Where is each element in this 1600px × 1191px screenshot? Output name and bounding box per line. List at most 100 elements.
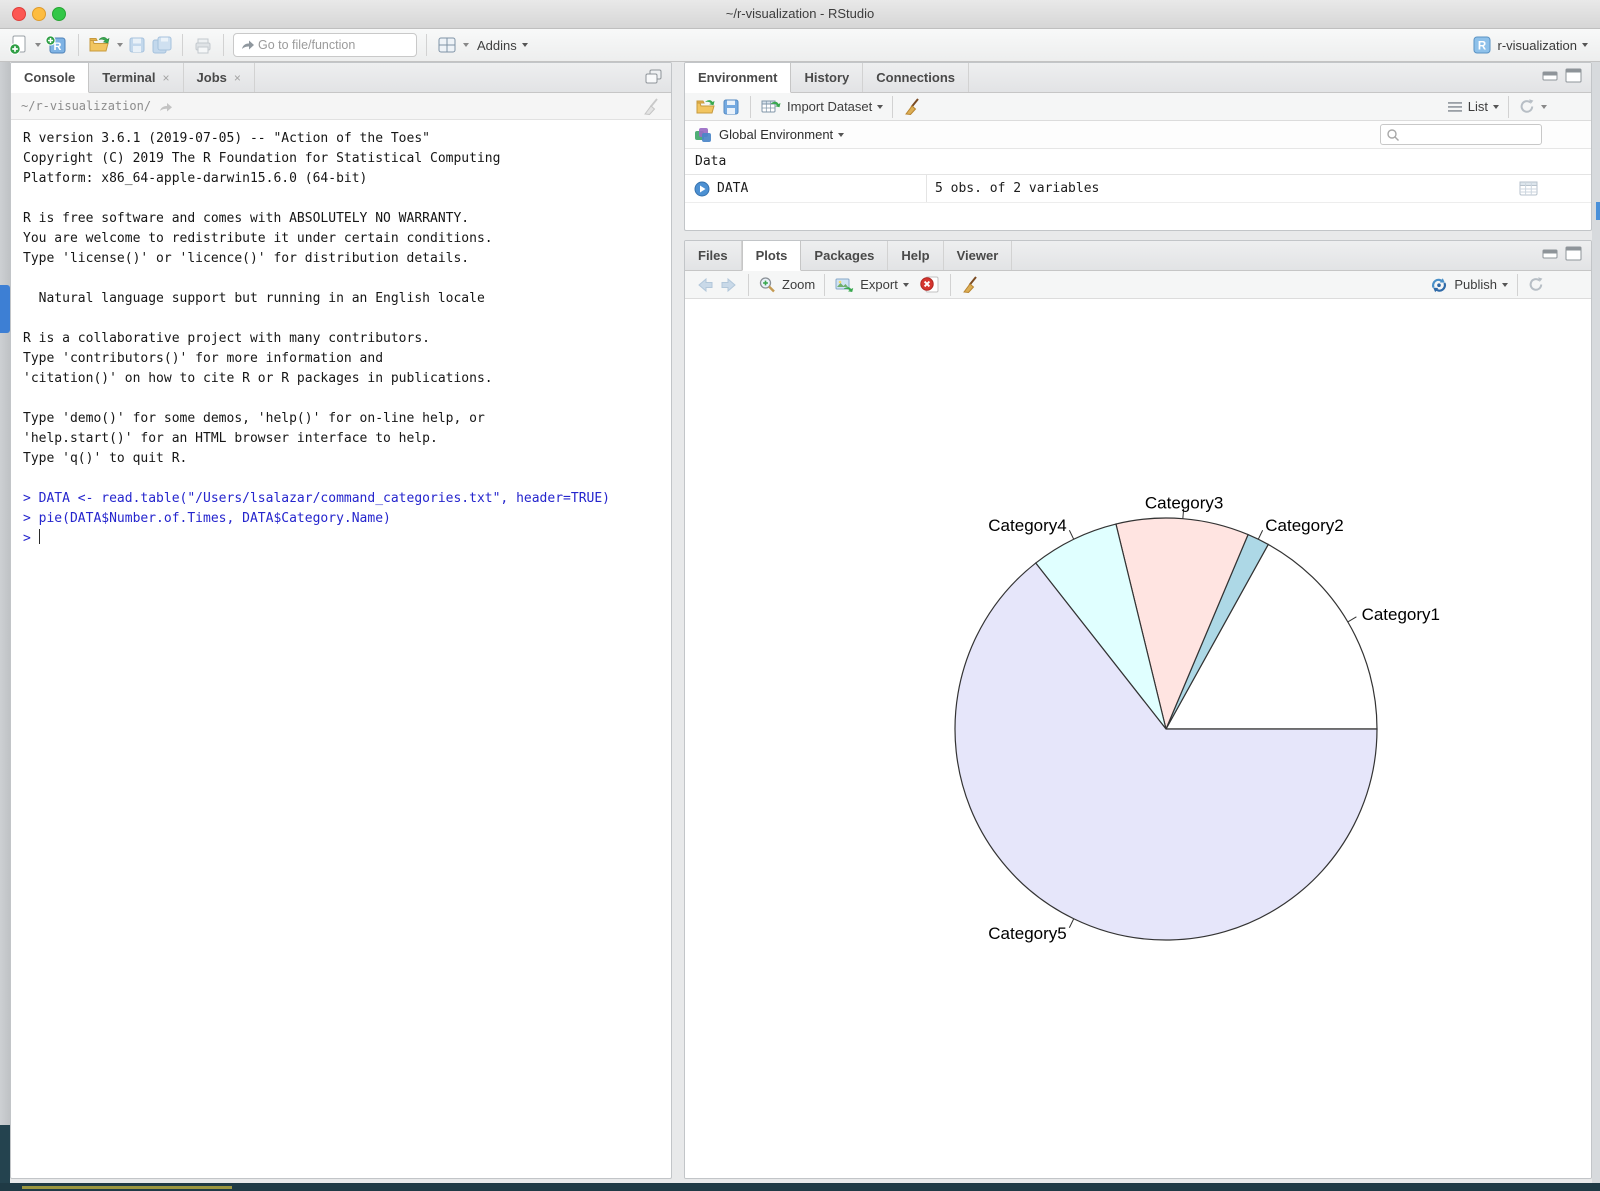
background-fragment <box>1596 202 1600 220</box>
addins-button[interactable]: Addins <box>473 38 528 53</box>
tab-label: Environment <box>698 70 777 85</box>
project-menu-button[interactable]: R r-visualization <box>1472 35 1588 55</box>
pie-label: Category2 <box>1265 516 1343 535</box>
list-view-button[interactable]: List <box>1447 99 1499 114</box>
minimize-pane-icon[interactable] <box>1542 68 1559 83</box>
svg-text:R: R <box>1477 41 1486 53</box>
console-line: You are welcome to redistribute it under… <box>23 229 659 249</box>
tab-viewer[interactable]: Viewer <box>944 241 1013 270</box>
new-file-caret-icon <box>35 43 41 47</box>
environment-search-box[interactable] <box>1380 124 1542 145</box>
console-output[interactable]: R version 3.6.1 (2019-07-05) -- "Action … <box>11 120 671 558</box>
environment-scope-button[interactable]: Global Environment <box>719 127 844 142</box>
close-tab-icon[interactable] <box>234 72 241 84</box>
next-plot-button[interactable] <box>719 276 739 294</box>
tab-history[interactable]: History <box>791 63 863 92</box>
remove-plot-icon <box>919 275 941 294</box>
toolbar-separator <box>950 274 951 296</box>
refresh-icon <box>1518 98 1536 115</box>
tab-help[interactable]: Help <box>888 241 943 270</box>
toolbar-separator <box>892 96 893 118</box>
tab-plots[interactable]: Plots <box>742 241 802 271</box>
console-line <box>23 309 659 329</box>
minimize-pane-icon[interactable] <box>1542 246 1559 261</box>
clear-environment-button[interactable] <box>902 97 922 116</box>
console-line: Natural language support but running in … <box>23 289 659 309</box>
tab-connections[interactable]: Connections <box>863 63 969 92</box>
background-dock-strip <box>0 1183 1600 1191</box>
refresh-environment-button[interactable] <box>1518 98 1547 115</box>
plots-toolbar: Zoom Export <box>685 271 1591 299</box>
import-dataset-button[interactable]: Import Dataset <box>760 97 883 116</box>
minimize-window-button[interactable] <box>32 7 46 21</box>
toolbar-separator <box>426 34 427 56</box>
titlebar: ~/r-visualization - RStudio <box>0 0 1600 29</box>
tab-label: Packages <box>814 248 874 263</box>
background-fragment <box>0 285 10 333</box>
maximize-pane-icon[interactable] <box>1565 68 1583 83</box>
workspace-panes-button[interactable] <box>436 35 469 55</box>
environment-search-input[interactable] <box>1400 127 1524 143</box>
save-all-button[interactable] <box>151 35 173 55</box>
expand-object-icon[interactable] <box>694 181 710 197</box>
tab-files[interactable]: Files <box>685 241 742 270</box>
working-directory-label: ~/r-visualization/ <box>21 99 151 113</box>
new-project-icon: R <box>45 34 69 56</box>
view-directory-arrow-icon[interactable] <box>158 100 174 113</box>
tab-packages[interactable]: Packages <box>801 241 888 270</box>
zoom-plot-button[interactable]: Zoom <box>758 276 815 294</box>
pie-label-tick <box>1069 919 1073 928</box>
tab-label: Plots <box>756 248 788 263</box>
publish-icon <box>1429 276 1449 294</box>
export-caret-icon <box>903 283 909 287</box>
main-toolbar: R <box>0 29 1600 62</box>
save-button[interactable] <box>127 35 147 55</box>
console-pane: Console Terminal Jobs ~/r-visualization/… <box>10 62 672 1179</box>
console-line <box>23 269 659 289</box>
print-icon <box>192 35 214 55</box>
open-file-button[interactable] <box>88 34 123 56</box>
goto-file-input[interactable] <box>256 37 390 53</box>
pie-label: Category1 <box>1362 605 1440 624</box>
previous-plot-button[interactable] <box>695 276 715 294</box>
environment-object-row[interactable]: DATA 5 obs. of 2 variables <box>685 175 1591 203</box>
object-summary: 5 obs. of 2 variables <box>935 181 1099 196</box>
load-workspace-button[interactable] <box>695 97 718 117</box>
pie-label-tick <box>1069 530 1073 539</box>
export-plot-button[interactable]: Export <box>834 276 909 294</box>
environment-tabbar: Environment History Connections <box>685 63 1591 93</box>
section-label: Data <box>695 154 726 169</box>
toolbar-separator <box>78 34 79 56</box>
refresh-plot-button[interactable] <box>1527 276 1545 293</box>
new-project-button[interactable]: R <box>45 34 69 56</box>
view-data-grid-icon[interactable] <box>1519 180 1539 197</box>
maximize-pane-icon[interactable] <box>644 68 663 85</box>
clear-console-broom-icon[interactable] <box>641 97 661 116</box>
tab-label: Connections <box>876 70 955 85</box>
save-workspace-button[interactable] <box>722 98 741 116</box>
maximize-pane-icon[interactable] <box>1565 246 1583 261</box>
close-tab-icon[interactable] <box>163 72 170 84</box>
tab-label: Help <box>901 248 929 263</box>
tab-environment[interactable]: Environment <box>685 63 791 93</box>
project-cube-icon: R <box>1472 35 1492 55</box>
publish-plot-button[interactable]: Publish <box>1429 276 1508 294</box>
list-view-label: List <box>1468 99 1488 114</box>
remove-plot-button[interactable] <box>919 275 941 294</box>
import-dataset-caret-icon <box>877 105 883 109</box>
tab-terminal[interactable]: Terminal <box>89 63 183 92</box>
new-file-button[interactable] <box>8 34 41 56</box>
goto-file-search[interactable] <box>233 33 417 57</box>
panes-caret-icon <box>463 43 469 47</box>
broom-icon <box>960 275 980 294</box>
zoom-window-button[interactable] <box>52 7 66 21</box>
console-line: Type 'q()' to quit R. <box>23 449 659 469</box>
tab-console[interactable]: Console <box>11 63 89 93</box>
close-window-button[interactable] <box>12 7 26 21</box>
scope-label: Global Environment <box>719 127 833 142</box>
clear-all-plots-button[interactable] <box>960 275 980 294</box>
import-dataset-label: Import Dataset <box>787 99 872 114</box>
toolbar-separator <box>1508 96 1509 118</box>
tab-jobs[interactable]: Jobs <box>184 63 255 92</box>
print-button[interactable] <box>192 35 214 55</box>
